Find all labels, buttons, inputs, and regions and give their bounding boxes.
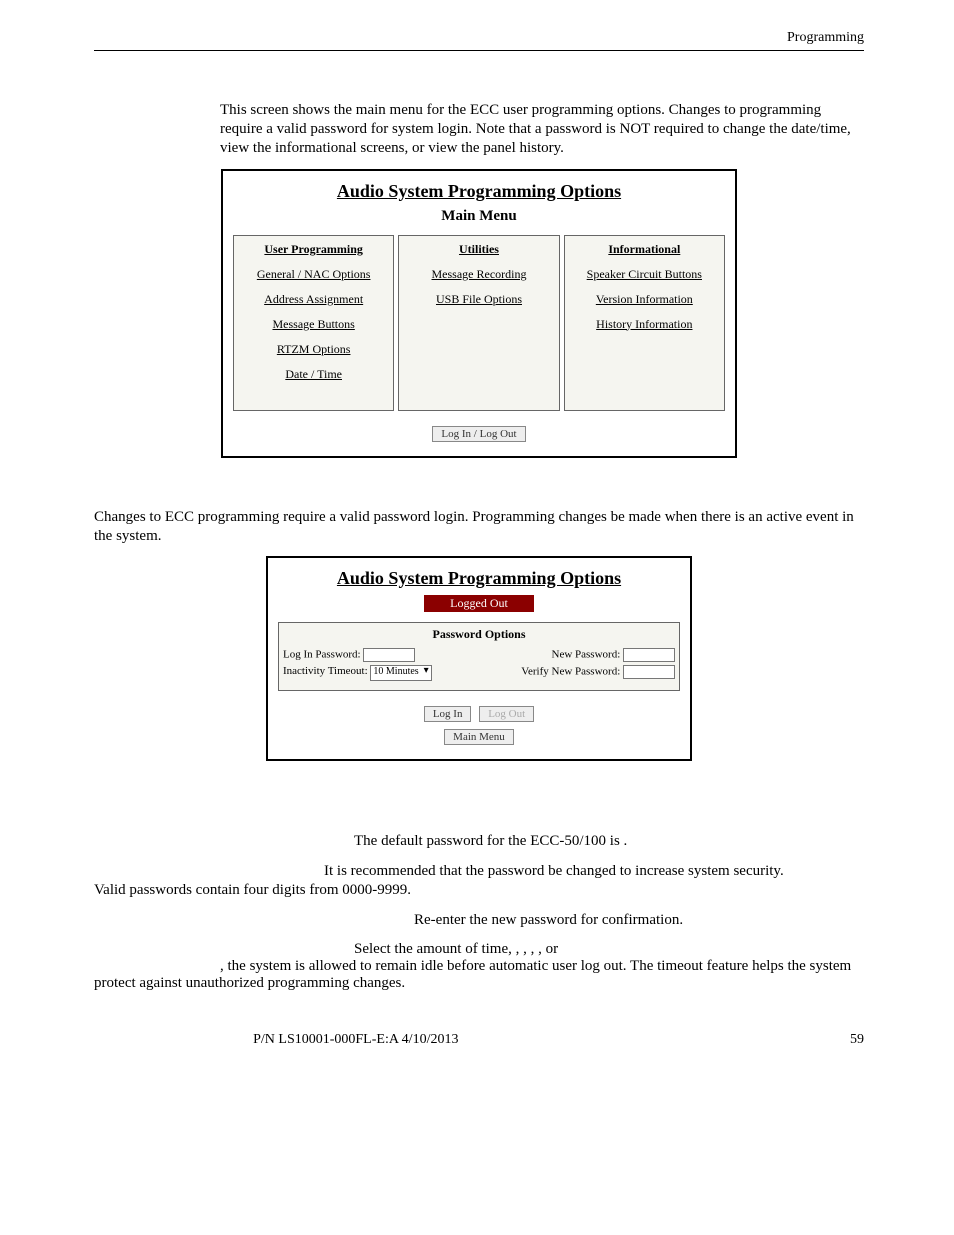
link-general-nac[interactable]: General / NAC Options	[238, 267, 389, 282]
link-version-information[interactable]: Version Information	[569, 292, 720, 307]
page-footer: P/N LS10001-000FL-E:A 4/10/2013 59	[94, 1032, 864, 1048]
tail-line-3: Re-enter the new password for confirmati…	[94, 912, 864, 929]
fig1-title: Audio System Programming Options	[233, 181, 725, 202]
col-informational: Informational Speaker Circuit Buttons Ve…	[564, 235, 725, 411]
login-button[interactable]: Log In	[424, 706, 472, 722]
link-history-information[interactable]: History Information	[569, 317, 720, 332]
label-login-password: Log In Password:	[283, 648, 361, 660]
main-menu-button[interactable]: Main Menu	[444, 729, 514, 745]
col-head: User Programming	[238, 242, 389, 257]
new-password-input[interactable]	[623, 648, 675, 662]
login-status: Logged Out	[424, 595, 534, 612]
running-header: Programming	[94, 30, 864, 46]
col-user-programming: User Programming General / NAC Options A…	[233, 235, 394, 411]
logout-button[interactable]: Log Out	[479, 706, 534, 722]
label-verify-password: Verify New Password:	[521, 665, 620, 677]
tail-line-2: It is recommended that the password be c…	[94, 862, 864, 900]
inactivity-timeout-select[interactable]: 10 Minutes	[370, 665, 431, 681]
password-panel: Password Options Log In Password: New Pa…	[278, 622, 680, 691]
header-rule	[94, 50, 864, 51]
col-head: Informational	[569, 242, 720, 257]
figure-password-options: Audio System Programming Options Logged …	[266, 556, 692, 761]
link-date-time[interactable]: Date / Time	[238, 367, 389, 382]
link-address-assignment[interactable]: Address Assignment	[238, 292, 389, 307]
link-speaker-circuit-buttons[interactable]: Speaker Circuit Buttons	[569, 267, 720, 282]
verify-password-input[interactable]	[623, 665, 675, 679]
mid-paragraph: Changes to ECC programming require a val…	[94, 508, 864, 546]
login-logout-button[interactable]: Log In / Log Out	[432, 426, 525, 442]
link-usb-file-options[interactable]: USB File Options	[403, 292, 554, 307]
figure-main-menu: Audio System Programming Options Main Me…	[221, 169, 737, 458]
fig2-title: Audio System Programming Options	[278, 568, 680, 589]
tail-line-1: The default password for the ECC-50/100 …	[94, 833, 864, 850]
col-utilities: Utilities Message Recording USB File Opt…	[398, 235, 559, 411]
col-head: Utilities	[403, 242, 554, 257]
link-message-recording[interactable]: Message Recording	[403, 267, 554, 282]
login-password-input[interactable]	[363, 648, 415, 662]
link-rtzm-options[interactable]: RTZM Options	[238, 342, 389, 357]
tail-line-4: Select the amount of time, , , , , or , …	[94, 941, 864, 992]
footer-pn: P/N LS10001-000FL-E:A 4/10/2013	[94, 1032, 618, 1048]
link-message-buttons[interactable]: Message Buttons	[238, 317, 389, 332]
intro-paragraph: This screen shows the main menu for the …	[94, 101, 864, 159]
fig1-subtitle: Main Menu	[233, 208, 725, 225]
label-new-password: New Password:	[552, 648, 621, 660]
footer-page-number: 59	[850, 1032, 864, 1048]
fig1-columns: User Programming General / NAC Options A…	[233, 235, 725, 411]
password-panel-head: Password Options	[283, 627, 675, 642]
label-inactivity-timeout: Inactivity Timeout:	[283, 665, 368, 677]
